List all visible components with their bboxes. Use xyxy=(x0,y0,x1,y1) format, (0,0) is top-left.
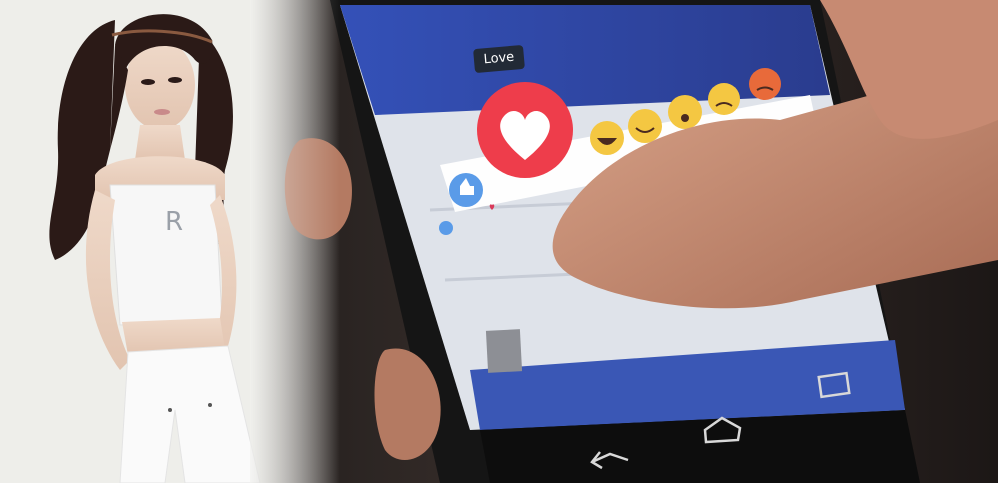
like-icon-small xyxy=(439,221,453,235)
angry-emoji xyxy=(749,68,781,100)
wow-emoji xyxy=(668,95,702,129)
phone-scene xyxy=(250,0,998,483)
love-tooltip: Love xyxy=(473,44,525,74)
thumbnail xyxy=(485,329,523,373)
sad-emoji xyxy=(708,83,740,115)
photo-collage: R xyxy=(0,0,998,483)
happy-emoji xyxy=(628,109,662,143)
